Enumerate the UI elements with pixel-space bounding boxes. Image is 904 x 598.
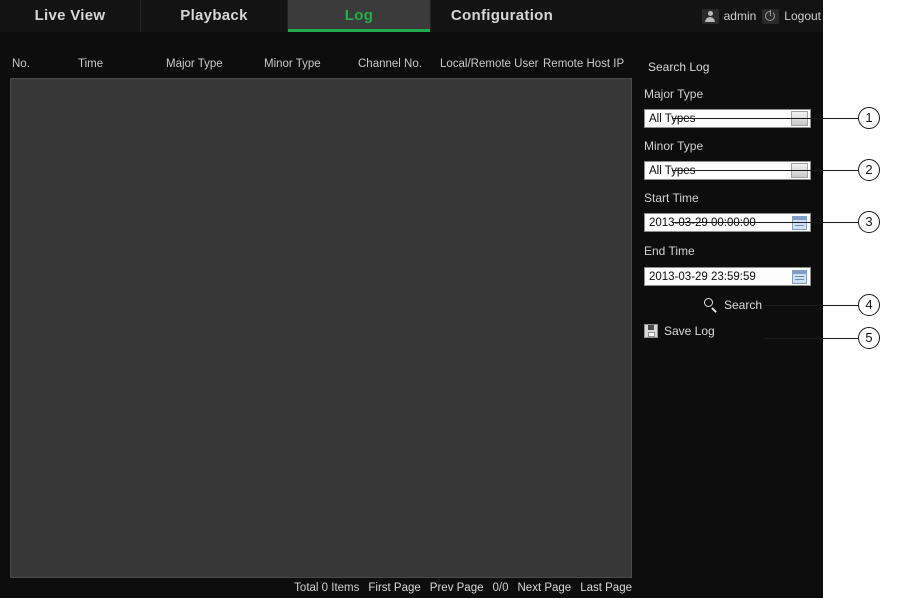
active-tab-underline — [288, 29, 430, 32]
callout-number-2: 2 — [858, 159, 880, 181]
logout-button[interactable]: Logout — [762, 8, 821, 24]
column-header-time: Time — [78, 58, 104, 70]
tab-configuration-label: Configuration — [450, 7, 554, 24]
callout-leader-3 — [672, 222, 858, 223]
search-button[interactable]: Search — [704, 298, 762, 312]
search-log-panel: Search Log Major Type All Types Minor Ty… — [632, 58, 823, 598]
logout-label: Logout — [784, 9, 821, 23]
account-name: admin — [723, 9, 757, 23]
end-time-value: 2013-03-29 23:59:59 — [649, 270, 756, 283]
start-time-label: Start Time — [644, 191, 699, 205]
application-window: Live View Playback Log Configuration adm… — [0, 0, 823, 598]
search-log-title: Search Log — [648, 60, 710, 74]
search-icon — [704, 298, 718, 312]
tab-configuration[interactable]: Configuration — [430, 0, 573, 32]
person-icon — [701, 8, 719, 24]
user-account-area: admin Logout — [701, 0, 823, 32]
column-header-remote-host-ip: Remote Host IP — [543, 58, 625, 70]
next-page-button[interactable]: Next Page — [518, 582, 572, 594]
save-floppy-icon — [644, 324, 658, 338]
tab-live-view-label: Live View — [34, 7, 106, 24]
logout-icon — [762, 8, 780, 24]
account-display[interactable]: admin — [701, 8, 757, 24]
column-header-local-remote-user: Local/Remote User — [440, 58, 539, 70]
pagination-bar: Total 0 Items First Page Prev Page 0/0 N… — [10, 580, 632, 596]
callout-number-3: 3 — [858, 211, 880, 233]
save-log-button-label: Save Log — [664, 324, 715, 338]
callout-leader-5 — [763, 338, 858, 339]
callout-number-1: 1 — [858, 107, 880, 129]
end-time-field[interactable]: 2013-03-29 23:59:59 — [644, 267, 811, 286]
total-items-label: Total 0 Items — [294, 582, 360, 594]
last-page-button[interactable]: Last Page — [580, 582, 632, 594]
callout-number-4: 4 — [858, 294, 880, 316]
log-table-body[interactable] — [10, 78, 632, 578]
callout-leader-1 — [672, 118, 858, 119]
column-header-channel-no: Channel No. — [358, 58, 422, 70]
search-button-label: Search — [724, 298, 763, 312]
callout-number-5: 5 — [858, 327, 880, 349]
end-time-label: End Time — [644, 244, 695, 258]
main-tab-bar: Live View Playback Log Configuration adm… — [0, 0, 823, 32]
tab-playback[interactable]: Playback — [140, 0, 287, 32]
callout-leader-4 — [763, 305, 858, 306]
tab-playback-label: Playback — [180, 7, 248, 24]
callout-leader-2 — [672, 170, 858, 171]
column-header-major-type: Major Type — [166, 58, 223, 70]
minor-type-label: Minor Type — [644, 139, 704, 153]
tab-live-view[interactable]: Live View — [0, 0, 140, 32]
tab-log[interactable]: Log — [287, 0, 430, 32]
major-type-label: Major Type — [644, 87, 704, 101]
column-header-minor-type: Minor Type — [264, 58, 321, 70]
column-header-no: No. — [12, 58, 30, 70]
page-indicator: 0/0 — [492, 582, 509, 594]
tab-log-label: Log — [344, 7, 374, 24]
save-log-button[interactable]: Save Log — [644, 324, 715, 338]
first-page-button[interactable]: First Page — [368, 582, 420, 594]
prev-page-button[interactable]: Prev Page — [430, 582, 484, 594]
calendar-icon[interactable] — [792, 269, 807, 284]
